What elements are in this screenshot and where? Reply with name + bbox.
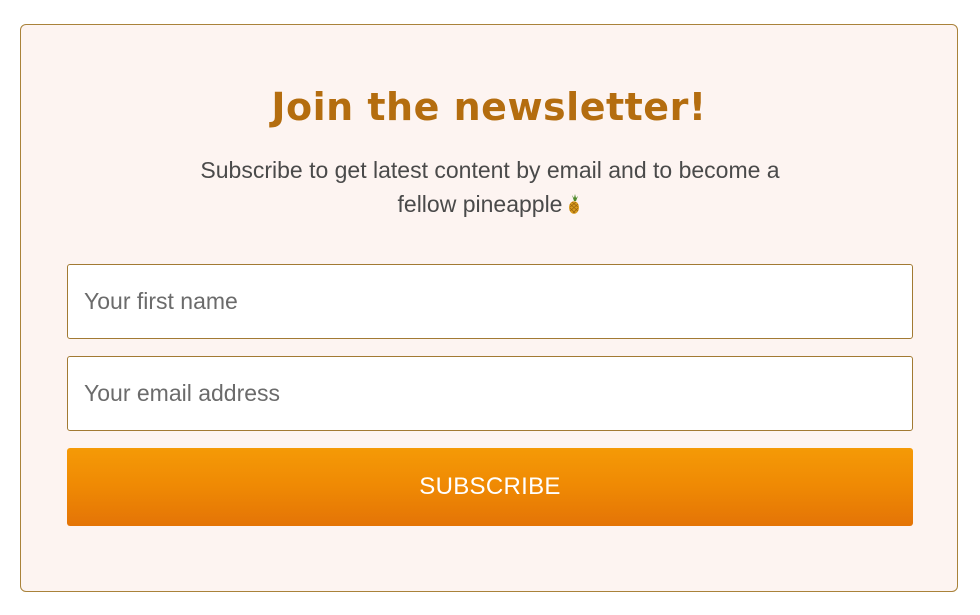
newsletter-subtitle-text: Subscribe to get latest content by email… — [200, 157, 780, 217]
newsletter-title: Join the newsletter! — [271, 85, 707, 129]
email-input[interactable] — [67, 356, 913, 431]
newsletter-subtitle: Subscribe to get latest content by email… — [191, 153, 789, 221]
first-name-input[interactable] — [67, 264, 913, 339]
newsletter-card: Join the newsletter! Subscribe to get la… — [20, 24, 958, 592]
subscribe-button[interactable]: SUBSCRIBE — [67, 448, 913, 526]
pineapple-icon — [566, 194, 582, 214]
